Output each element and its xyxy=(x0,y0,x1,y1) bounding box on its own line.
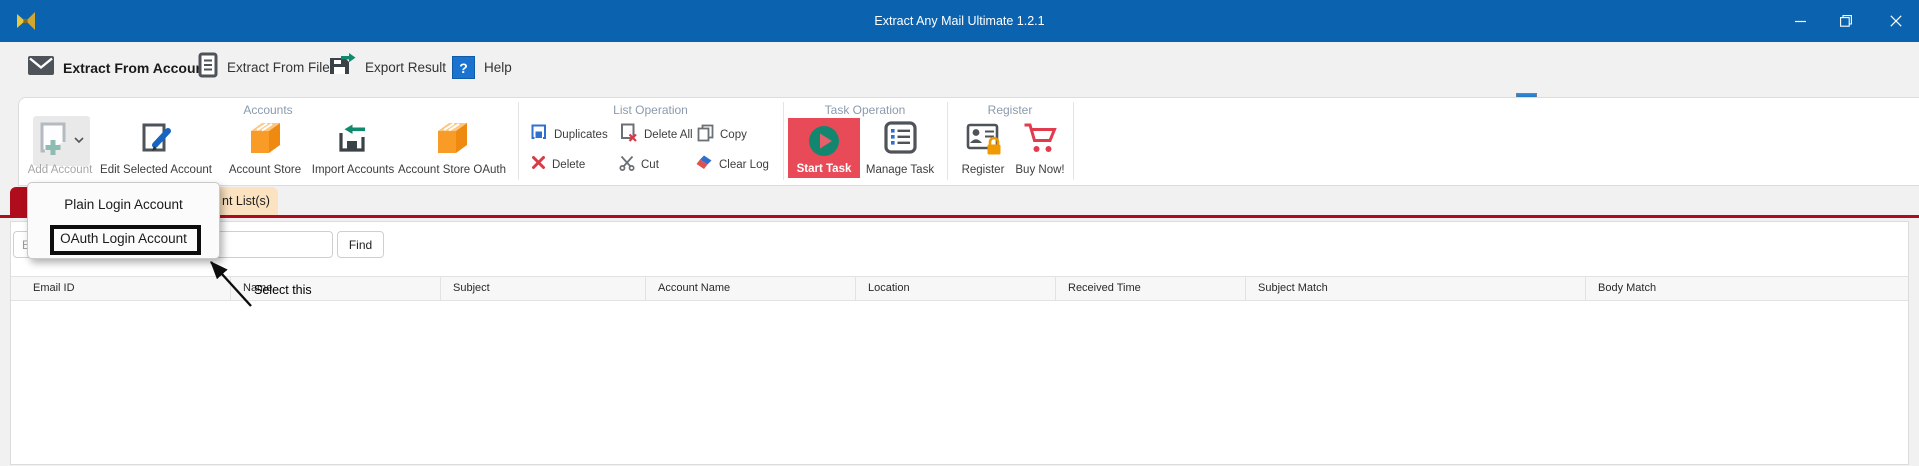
manage-task-button[interactable]: Manage Task xyxy=(864,116,936,182)
delete-button[interactable]: Delete xyxy=(531,155,585,175)
close-button[interactable] xyxy=(1873,0,1919,42)
edit-account-icon xyxy=(141,122,172,159)
minimize-button[interactable] xyxy=(1777,0,1823,42)
account-list-tab-label: nt List(s) xyxy=(222,194,270,208)
group-separator xyxy=(947,102,948,180)
tab-label: Help xyxy=(484,60,512,75)
group-separator xyxy=(783,102,784,180)
menu-item-plain-login-account[interactable]: Plain Login Account xyxy=(28,187,219,221)
register-label: Register xyxy=(961,164,1005,176)
tab-export-result[interactable]: Export Result xyxy=(328,42,446,93)
find-button[interactable]: Find xyxy=(337,231,384,258)
annotation-select-this-label: Select this xyxy=(254,283,312,297)
ribbon-tab-bar: Extract From Account Extract From File E… xyxy=(0,42,1919,139)
eraser-icon xyxy=(696,155,713,175)
group-separator xyxy=(1073,102,1074,180)
group-title-task-operation: Task Operation xyxy=(824,103,906,117)
import-floppy-icon xyxy=(338,124,368,157)
duplicates-icon xyxy=(531,124,548,146)
add-account-icon xyxy=(36,120,70,161)
delete-all-label: Delete All xyxy=(644,129,693,141)
app-window: Extract Any Mail Ultimate 1.2.1 Extract … xyxy=(0,0,1919,466)
titlebar: Extract Any Mail Ultimate 1.2.1 xyxy=(0,0,1919,42)
start-task-button[interactable]: Start Task xyxy=(788,118,860,178)
group-title-list-operation: List Operation xyxy=(613,103,688,117)
tab-help[interactable]: ? Help xyxy=(452,42,512,93)
add-account-label: Add Account xyxy=(27,164,93,176)
duplicates-button[interactable]: Duplicates xyxy=(531,124,608,146)
tab-label: Export Result xyxy=(365,60,447,75)
tab-label: Extract From Account xyxy=(63,59,209,76)
column-header-location[interactable]: Location xyxy=(855,277,1055,300)
edit-selected-account-label: Edit Selected Account xyxy=(100,164,212,176)
cut-label: Cut xyxy=(641,159,659,171)
scissors-icon xyxy=(619,155,635,176)
active-view-tab-line xyxy=(0,215,1919,218)
copy-icon xyxy=(697,124,714,147)
column-header-received-time[interactable]: Received Time xyxy=(1055,277,1245,300)
mail-icon xyxy=(28,55,54,80)
register-button[interactable]: Register xyxy=(955,116,1011,182)
column-header-body-match[interactable]: Body Match xyxy=(1585,277,1908,300)
import-accounts-label: Import Accounts xyxy=(311,164,395,176)
column-header-account-name[interactable]: Account Name xyxy=(645,277,855,300)
group-title-register: Register xyxy=(987,103,1033,117)
column-header-subject[interactable]: Subject xyxy=(440,277,645,300)
box-icon xyxy=(247,121,284,160)
start-task-label: Start Task xyxy=(796,163,852,175)
account-store-oauth-button[interactable]: Account Store OAuth xyxy=(396,116,508,182)
column-header-subject-match[interactable]: Subject Match xyxy=(1245,277,1585,300)
copy-button[interactable]: Copy xyxy=(697,124,747,147)
buy-now-button[interactable]: Buy Now! xyxy=(1012,116,1068,182)
view-tab-strip: nt List(s) xyxy=(0,186,1919,218)
delete-all-button[interactable]: Delete All xyxy=(620,123,693,147)
shopping-cart-icon xyxy=(1023,122,1058,159)
cut-button[interactable]: Cut xyxy=(619,155,659,175)
group-separator xyxy=(518,102,519,180)
box-icon xyxy=(434,121,471,160)
delete-all-icon xyxy=(620,123,638,147)
import-accounts-button[interactable]: Import Accounts xyxy=(308,116,398,182)
chevron-down-icon xyxy=(74,136,84,143)
group-title-accounts: Accounts xyxy=(243,103,293,117)
duplicates-label: Duplicates xyxy=(554,129,608,141)
annotation-highlight-box xyxy=(50,225,201,255)
task-list-icon xyxy=(883,121,917,159)
register-card-lock-icon xyxy=(965,119,1002,161)
save-export-icon xyxy=(328,53,356,82)
clear-log-button[interactable]: Clear Log xyxy=(696,155,769,175)
file-lines-icon xyxy=(198,52,218,83)
restore-button[interactable] xyxy=(1823,0,1869,42)
delete-x-icon xyxy=(531,155,546,175)
account-store-label: Account Store xyxy=(228,164,302,176)
clear-log-label: Clear Log xyxy=(719,159,769,171)
play-icon xyxy=(809,126,839,156)
help-icon: ? xyxy=(452,56,475,79)
window-title: Extract Any Mail Ultimate 1.2.1 xyxy=(874,14,1045,28)
add-account-button[interactable]: Add Account xyxy=(26,116,94,182)
tab-extract-from-account[interactable]: Extract From Account xyxy=(28,42,209,93)
manage-task-label: Manage Task xyxy=(865,164,935,176)
edit-selected-account-button[interactable]: Edit Selected Account xyxy=(96,116,216,182)
buy-now-label: Buy Now! xyxy=(1015,164,1065,176)
tab-extract-from-file[interactable]: Extract From File xyxy=(198,42,330,93)
tab-label: Extract From File xyxy=(227,60,330,75)
copy-label: Copy xyxy=(720,129,747,141)
delete-label: Delete xyxy=(552,159,586,171)
account-store-button[interactable]: Account Store xyxy=(225,116,305,182)
account-store-oauth-label: Account Store OAuth xyxy=(397,164,507,176)
